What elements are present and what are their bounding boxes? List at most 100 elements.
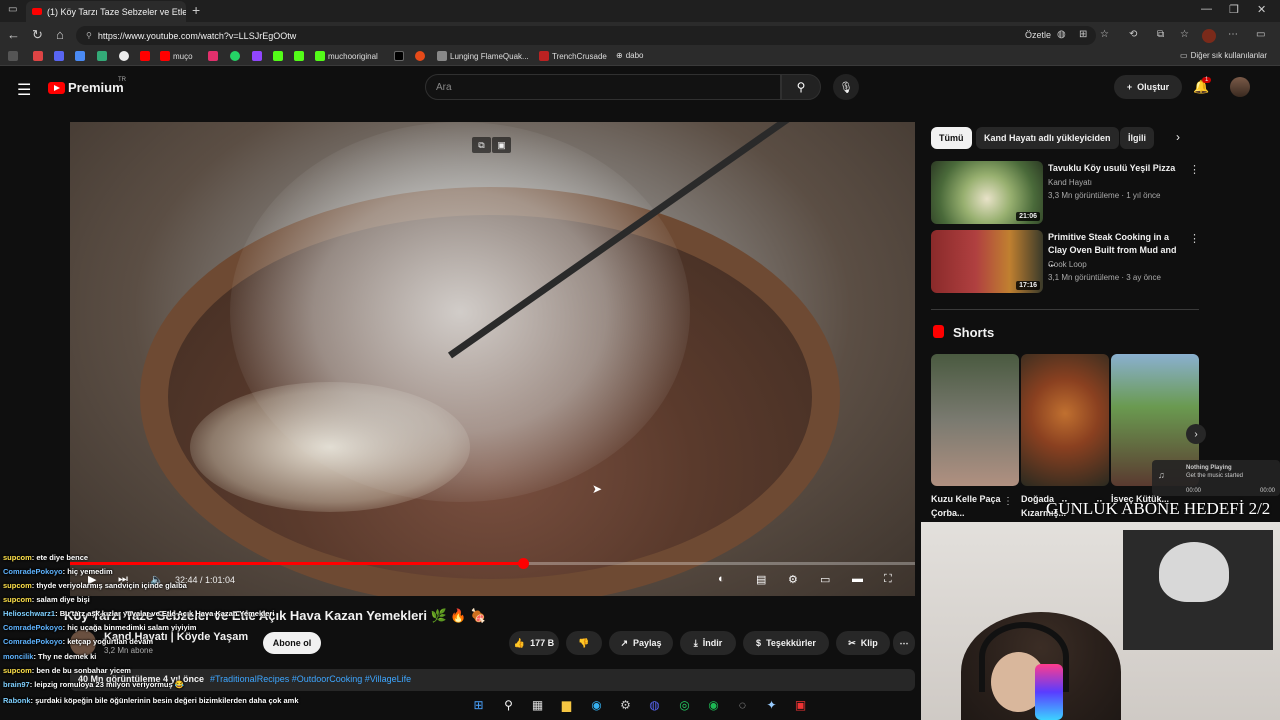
bookmark-icon-2[interactable]: [33, 51, 43, 61]
bookmark-icon-7[interactable]: [140, 51, 150, 61]
recommended-more-icon[interactable]: ⋮: [1189, 163, 1200, 176]
short-more-icon[interactable]: ⋮: [1003, 496, 1013, 507]
create-button[interactable]: + Oluştur: [1114, 75, 1182, 99]
recommended-title[interactable]: Tavuklu Köy usulü Yeşil Pizza: [1048, 162, 1183, 175]
bookmark-muchooriginal[interactable]: muchooriginal: [315, 51, 378, 61]
menu-icon[interactable]: ☰: [17, 80, 31, 100]
bookmark-icon-8[interactable]: [273, 51, 283, 61]
short-title[interactable]: Kuzu Kelle Paça Çorba...: [931, 492, 1001, 520]
bookmark-icon-9[interactable]: [415, 51, 425, 61]
summarize-button[interactable]: Özetle: [1025, 30, 1051, 40]
clip-button[interactable]: ✂ Klip: [836, 631, 890, 655]
home-icon[interactable]: ⌂: [56, 27, 64, 42]
reader-icon[interactable]: ◍: [1057, 29, 1066, 40]
site-info-icon[interactable]: ⚲: [86, 31, 92, 40]
bookmark-icon-4[interactable]: [75, 51, 85, 61]
chat-username: supcom: [3, 666, 32, 675]
chip-related[interactable]: İlgili: [1120, 127, 1154, 149]
chip-all[interactable]: Tümü: [931, 127, 972, 149]
bookmark-icon-kick[interactable]: [294, 51, 304, 61]
notification-count-badge: 1: [1202, 77, 1212, 83]
hashtags[interactable]: #TraditionalRecipes #OutdoorCooking #Vil…: [210, 674, 411, 684]
progress-scrubber[interactable]: [517, 558, 529, 569]
sidebar-toggle-icon[interactable]: ▭: [1256, 29, 1265, 40]
taskbar-explorer-icon[interactable]: ▆: [558, 697, 575, 712]
dislike-button[interactable]: 👎: [566, 631, 602, 655]
taskbar-steam-icon[interactable]: ⚙: [617, 697, 634, 712]
pip-icon[interactable]: ⧉: [472, 137, 491, 153]
chat-username: Rabonk: [3, 696, 31, 705]
split-screen-icon[interactable]: ⧉: [1157, 29, 1164, 40]
other-bookmarks[interactable]: ▭ Diğer sık kullanılanlar: [1180, 51, 1267, 60]
cast-icon[interactable]: ▣: [492, 137, 511, 153]
profile-avatar[interactable]: [1202, 29, 1216, 43]
taskbar-spotify-icon[interactable]: ◉: [705, 697, 722, 712]
subtitles-icon[interactable]: ▤: [756, 573, 766, 586]
short-thumbnail[interactable]: [931, 354, 1019, 486]
bookmark-icon-6[interactable]: [119, 51, 129, 61]
bookmark-dabo[interactable]: ⊕ dabo: [616, 51, 644, 60]
url-field[interactable]: ⚲ https://www.youtube.com/watch?v=LLSJrE…: [76, 26, 1096, 45]
maximize-icon[interactable]: ❐: [1229, 3, 1239, 16]
bookmark-icon-1[interactable]: [8, 51, 18, 61]
share-button[interactable]: ↗ Paylaş: [609, 631, 673, 655]
account-avatar[interactable]: [1230, 77, 1250, 97]
bookmark-icon-twitch[interactable]: [252, 51, 262, 61]
taskbar-edge-icon[interactable]: ◉: [588, 697, 605, 712]
voice-search-button[interactable]: 🎙: [833, 74, 859, 100]
taskbar-app-icon[interactable]: ✦: [763, 697, 780, 712]
close-window-icon[interactable]: ✕: [1257, 3, 1266, 16]
search-button[interactable]: ⚲: [781, 74, 821, 100]
browser-tab[interactable]: (1) Köy Tarzı Taze Sebzeler ve Etle... ✕: [26, 1, 186, 22]
bookmark-icon-3[interactable]: [54, 51, 64, 61]
taskbar-red-app-icon[interactable]: ▣: [792, 697, 809, 712]
minimize-icon[interactable]: —: [1201, 3, 1212, 15]
bookmark-lunging[interactable]: Lunging FlameQuak...: [437, 51, 529, 61]
bookmark-icon-instagram[interactable]: [208, 51, 218, 61]
short-thumbnail[interactable]: [1021, 354, 1109, 486]
taskbar-search-icon[interactable]: ⚲: [500, 697, 517, 712]
fullscreen-icon[interactable]: ⛶: [884, 573, 892, 586]
chips-next-icon[interactable]: ›: [1176, 130, 1180, 144]
bookmark-trenchcrusade[interactable]: TrenchCrusade: [539, 51, 607, 61]
taskbar-discord-icon[interactable]: ◍: [646, 697, 663, 712]
bookmark-icon-5[interactable]: [97, 51, 107, 61]
taskbar-store-icon[interactable]: ▦: [529, 697, 546, 712]
url-text: https://www.youtube.com/watch?v=LLSJrEgO…: [97, 30, 297, 41]
tab-actions-icon[interactable]: ▭: [8, 4, 17, 15]
recommended-thumbnail[interactable]: 21:06: [931, 161, 1043, 224]
recommended-thumbnail[interactable]: 17:16: [931, 230, 1043, 293]
subscribe-button[interactable]: Abone ol: [263, 632, 321, 654]
extensions-icon[interactable]: ⟲: [1129, 29, 1137, 40]
recommended-channel[interactable]: Kand Hayatı: [1048, 178, 1092, 187]
autoplay-toggle-icon[interactable]: ◐: [718, 573, 725, 585]
like-button[interactable]: 👍 177 B: [509, 631, 559, 655]
youtube-logo[interactable]: Premium: [48, 80, 124, 95]
new-tab-icon[interactable]: +: [192, 2, 200, 18]
settings-gear-icon[interactable]: ⚙: [788, 573, 798, 586]
download-button[interactable]: ⤓ İndir: [680, 631, 736, 655]
bookmark-icon-x[interactable]: [394, 51, 404, 61]
favorites-icon[interactable]: ☆: [1180, 29, 1189, 40]
bookmark-muco[interactable]: muço: [160, 51, 193, 61]
taskbar-obs-icon[interactable]: ◌: [734, 697, 751, 712]
more-actions-button[interactable]: ⋯: [893, 631, 915, 655]
theater-mode-icon[interactable]: ▬: [852, 573, 863, 585]
recommended-channel[interactable]: Cook Loop: [1048, 260, 1087, 269]
plus-icon: +: [1126, 82, 1133, 92]
chip-from-uploader[interactable]: Kand Hayatı adlı yükleyiciden: [976, 127, 1119, 149]
apps-icon[interactable]: ⊞: [1079, 29, 1087, 40]
refresh-icon[interactable]: ↻: [32, 27, 43, 43]
bookmark-icon-whatsapp[interactable]: [230, 51, 240, 61]
shorts-next-icon[interactable]: ›: [1186, 424, 1206, 444]
favorite-star-icon[interactable]: ☆: [1100, 29, 1109, 40]
thanks-button[interactable]: $ Teşekkürler: [743, 631, 829, 655]
video-player[interactable]: ⧉ ▣ ➤ ▶ ⏭ 🔈 32:44 / 1:01:04 ◐ ▤ ⚙ ▭ ▬ ⛶: [70, 122, 915, 596]
recommended-more-icon[interactable]: ⋮: [1189, 232, 1200, 245]
windows-start-icon[interactable]: ⊞: [470, 697, 487, 712]
taskbar-whatsapp-icon[interactable]: ◎: [676, 697, 693, 712]
search-input[interactable]: Ara: [425, 74, 781, 100]
back-icon[interactable]: ←: [7, 27, 20, 42]
miniplayer-icon[interactable]: ▭: [820, 573, 830, 586]
more-menu-icon[interactable]: ⋯: [1228, 29, 1238, 40]
